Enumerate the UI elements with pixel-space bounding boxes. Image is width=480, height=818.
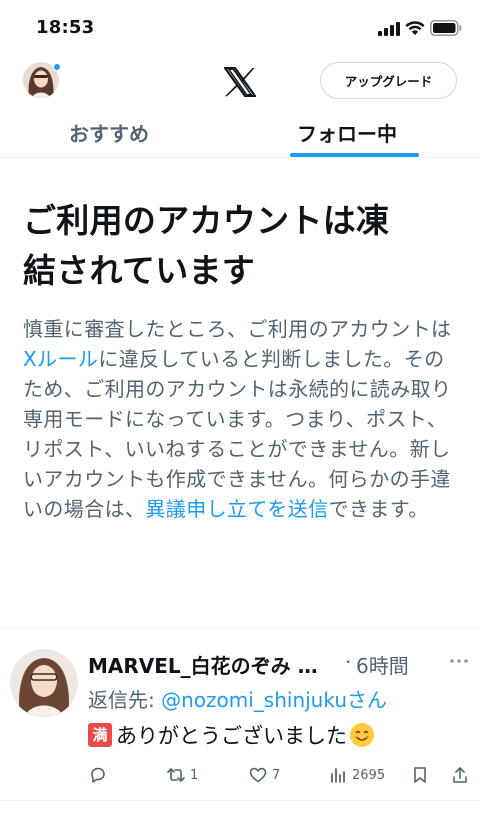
views-button[interactable]: 2695: [328, 763, 385, 787]
repost-button[interactable]: 1: [166, 763, 198, 787]
battery-icon: [430, 20, 462, 36]
tweet-separator: ·: [345, 650, 352, 674]
reply-to-line: 返信先: @nozomi_shinjukuさん: [88, 684, 387, 713]
x-rules-link[interactable]: Xルール: [23, 347, 98, 371]
tab-following[interactable]: フォロー中: [297, 118, 397, 147]
tweet-author-avatar[interactable]: [10, 649, 78, 717]
notice-title-line-2: 結されています: [23, 251, 256, 290]
submit-appeal-link[interactable]: 異議申し立てを送信: [145, 497, 328, 521]
bookmark-icon: [414, 767, 426, 783]
notice-body-text-2: に違反していると判断しました。そのため、ご利用のアカウントは永続的に読み取り専用…: [23, 347, 452, 521]
upgrade-button[interactable]: アップグレード: [320, 62, 457, 99]
x-logo-icon[interactable]: [224, 67, 256, 97]
tweet-author-name[interactable]: MARVEL_白花のぞみ …: [88, 650, 318, 679]
tweet-text-body: ありがとうございました: [116, 724, 347, 748]
view-count: 2695: [352, 767, 386, 783]
repost-count: 1: [190, 767, 199, 783]
share-icon: [453, 767, 467, 783]
tweet-time[interactable]: 6時間: [356, 650, 409, 679]
tweet-text: 満 ありがとうございました: [88, 720, 375, 750]
status-time: 18:53: [36, 17, 95, 38]
profile-avatar[interactable]: [23, 62, 61, 98]
divider: [0, 800, 480, 801]
like-button[interactable]: 7: [248, 763, 280, 787]
reply-button[interactable]: [88, 763, 108, 787]
notice-title-line-1: ご利用のアカウントは凍: [23, 201, 390, 240]
man-badge-emoji-icon: 満: [88, 723, 112, 747]
tweet[interactable]: MARVEL_白花のぞみ … · 6時間 返信先: @nozomi_shinju…: [0, 628, 480, 800]
reply-to-prefix: 返信先:: [88, 688, 162, 712]
reply-to-handle[interactable]: @nozomi_shinjuku: [161, 688, 347, 712]
tab-recommended[interactable]: おすすめ: [69, 118, 149, 147]
smiling-face-emoji-icon: [350, 723, 374, 747]
reply-icon: [91, 767, 105, 783]
notification-dot: [53, 63, 61, 71]
more-options-icon[interactable]: [449, 658, 469, 664]
reply-to-suffix: さん: [347, 688, 387, 712]
notice-body-text-3: できます。: [328, 497, 429, 521]
views-chart-icon: [331, 768, 345, 783]
top-header: アップグレード: [0, 58, 480, 106]
notice-body-text-1: 慎重に審査したところ、ご利用のアカウントは: [23, 317, 452, 341]
share-button[interactable]: [450, 763, 470, 787]
timeline-tabs: おすすめ フォロー中: [0, 108, 480, 158]
active-tab-indicator: [290, 153, 419, 157]
repost-icon: [167, 768, 185, 782]
bookmark-button[interactable]: [410, 763, 430, 787]
tweet-actions: 1 7 2695: [0, 763, 480, 787]
account-suspended-notice: ご利用のアカウントは凍 結されています 慎重に審査したところ、ご利用のアカウント…: [23, 196, 459, 524]
heart-icon: [249, 767, 267, 783]
wifi-icon: [405, 21, 425, 35]
status-bar: 18:53: [0, 0, 480, 58]
cellular-signal-icon: [378, 22, 400, 36]
notice-title: ご利用のアカウントは凍 結されています: [23, 196, 459, 296]
notice-body: 慎重に審査したところ、ご利用のアカウントは Xルールに違反していると判断しました。…: [23, 314, 459, 524]
like-count: 7: [272, 767, 281, 783]
